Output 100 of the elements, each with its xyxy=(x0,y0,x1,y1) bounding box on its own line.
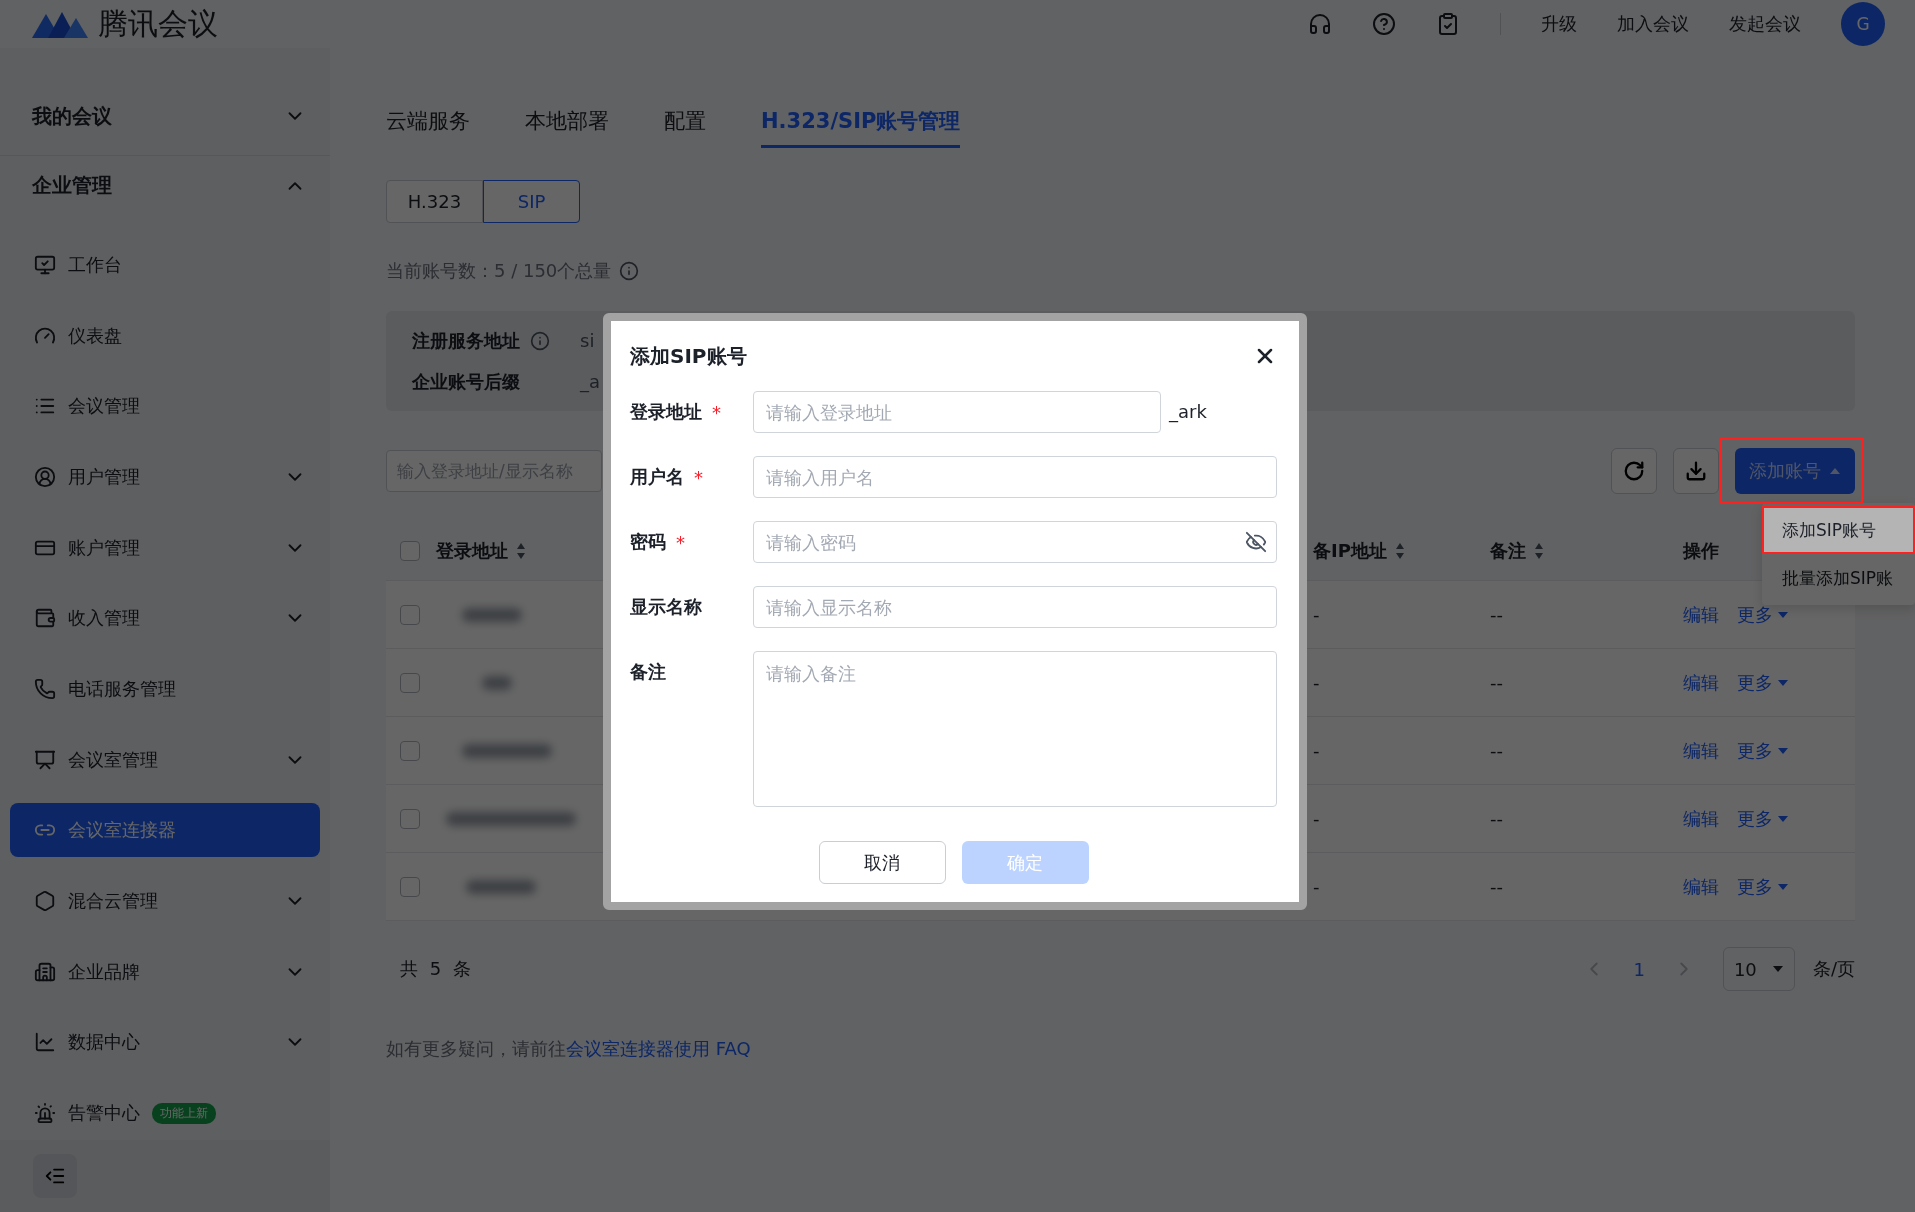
sidebar-item[interactable]: 仪表盘 xyxy=(10,308,320,363)
column-header: 登录地址 xyxy=(436,538,508,563)
blurred-text xyxy=(482,675,512,690)
table-cell: - xyxy=(1313,808,1320,829)
edit-link[interactable]: 编辑 xyxy=(1683,738,1719,763)
field-label: 用户名 xyxy=(630,465,684,489)
checkbox[interactable] xyxy=(400,540,420,561)
checkbox[interactable] xyxy=(400,808,420,829)
header-link[interactable]: 加入会议 xyxy=(1617,12,1689,36)
input-field[interactable]: 请输入密码 xyxy=(753,521,1277,563)
more-link[interactable]: 更多 xyxy=(1737,602,1789,627)
more-link[interactable]: 更多 xyxy=(1737,874,1789,899)
table-cell: - xyxy=(1313,876,1320,897)
more-link[interactable]: 更多 xyxy=(1737,806,1789,831)
sidebar-group[interactable]: 我的会议 xyxy=(0,78,330,156)
presentation-icon xyxy=(34,748,56,771)
tab[interactable]: H.323/SIP账号管理 xyxy=(761,96,961,148)
table-cell: -- xyxy=(1490,604,1503,625)
download-icon xyxy=(1685,460,1707,482)
header-link[interactable]: 发起会议 xyxy=(1729,12,1801,36)
caret-down-icon xyxy=(1777,746,1789,755)
sidebar-group[interactable]: 企业管理 xyxy=(0,155,330,216)
segment-button[interactable]: SIP xyxy=(483,180,580,223)
faq-link[interactable]: 会议室连接器使用 FAQ xyxy=(566,1038,751,1059)
siren-icon xyxy=(34,1102,56,1125)
required-mark: * xyxy=(694,466,703,488)
hidden-eye-icon[interactable] xyxy=(1245,531,1267,553)
edit-link[interactable]: 编辑 xyxy=(1683,874,1719,899)
monitor-icon xyxy=(34,253,56,276)
sidebar-item[interactable]: 会议室管理 xyxy=(10,732,320,787)
table-cell: - xyxy=(1313,604,1320,625)
sidebar-item[interactable]: 工作台 xyxy=(10,237,320,292)
sidebar-item[interactable]: 告警中心 功能上新 xyxy=(10,1086,320,1141)
table-cell: - xyxy=(1313,740,1320,761)
sidebar-item[interactable]: 企业品牌 xyxy=(10,944,320,999)
checkbox[interactable] xyxy=(400,876,420,897)
chart-icon xyxy=(34,1031,56,1054)
more-link[interactable]: 更多 xyxy=(1737,670,1789,695)
cancel-button[interactable]: 取消 xyxy=(818,841,946,884)
checkbox[interactable] xyxy=(400,672,420,693)
refresh-icon xyxy=(1623,460,1645,482)
caret-up-icon xyxy=(1829,467,1841,475)
tab[interactable]: 云端服务 xyxy=(386,96,470,148)
table-cell: -- xyxy=(1490,808,1503,829)
tab[interactable]: 本地部署 xyxy=(525,96,609,148)
sort-icon xyxy=(516,541,526,560)
caret-down-icon xyxy=(1777,814,1789,823)
input-field[interactable]: 请输入登录地址 xyxy=(753,391,1161,433)
headset-icon[interactable] xyxy=(1308,12,1332,36)
sidebar-item[interactable]: 会议室连接器 xyxy=(10,803,320,858)
wallet-icon xyxy=(34,607,56,630)
sidebar-item[interactable]: 数据中心 xyxy=(10,1015,320,1070)
input-field[interactable]: 请输入显示名称 xyxy=(753,586,1277,628)
info-value: _a xyxy=(580,371,601,392)
avatar[interactable]: G xyxy=(1841,2,1885,46)
blurred-text xyxy=(466,879,536,894)
total-count: 共 5 条 xyxy=(400,957,471,981)
sidebar-item[interactable]: 混合云管理 xyxy=(10,874,320,928)
caret-down-icon xyxy=(1777,610,1789,619)
info-icon xyxy=(619,261,640,281)
menu-item[interactable]: 添加SIP账号 xyxy=(1762,506,1915,554)
column-header: 备注 xyxy=(1490,538,1526,563)
input-field[interactable]: 请输入备注 xyxy=(753,651,1277,807)
checkbox[interactable] xyxy=(400,604,420,625)
input-field[interactable]: 请输入用户名 xyxy=(753,456,1277,498)
segment-button[interactable]: H.323 xyxy=(386,180,483,223)
info-label: 注册服务地址 xyxy=(412,328,520,353)
hexagon-icon xyxy=(34,890,56,912)
blurred-text xyxy=(462,607,522,622)
download-button[interactable] xyxy=(1673,448,1719,494)
field-label: 登录地址 xyxy=(630,400,702,424)
caret-down-icon xyxy=(1771,965,1784,973)
refresh-button[interactable] xyxy=(1611,448,1657,494)
page-size-select[interactable]: 10 xyxy=(1722,947,1795,991)
page-number[interactable]: 1 xyxy=(1633,958,1645,980)
sidebar-item[interactable]: 收入管理 xyxy=(10,591,320,646)
column-header: 备IP地址 xyxy=(1313,538,1387,563)
tab[interactable]: 配置 xyxy=(664,96,706,148)
field-label: 显示名称 xyxy=(630,595,702,619)
add-account-button[interactable]: 添加账号 xyxy=(1735,448,1855,494)
clipboard-icon[interactable] xyxy=(1436,12,1460,36)
sidebar-item[interactable]: 账户管理 xyxy=(10,520,320,575)
help-icon[interactable] xyxy=(1372,12,1396,36)
edit-link[interactable]: 编辑 xyxy=(1683,670,1719,695)
collapse-button[interactable] xyxy=(33,1154,77,1199)
edit-link[interactable]: 编辑 xyxy=(1683,602,1719,627)
phone-icon xyxy=(34,677,56,700)
sort-icon xyxy=(1394,541,1405,560)
more-link[interactable]: 更多 xyxy=(1737,738,1789,763)
building-icon xyxy=(34,960,56,983)
dialog-title: 添加SIP账号 xyxy=(630,342,747,370)
sidebar-item[interactable]: 电话服务管理 xyxy=(10,661,320,716)
checkbox[interactable] xyxy=(400,740,420,761)
info-icon xyxy=(530,330,550,351)
edit-link[interactable]: 编辑 xyxy=(1683,806,1719,831)
sidebar-item[interactable]: 用户管理 xyxy=(10,449,320,504)
header-link[interactable]: 升级 xyxy=(1541,12,1577,36)
table-cell: -- xyxy=(1490,672,1503,693)
caret-down-icon xyxy=(1777,882,1789,891)
sidebar-item[interactable]: 会议管理 xyxy=(10,379,320,434)
